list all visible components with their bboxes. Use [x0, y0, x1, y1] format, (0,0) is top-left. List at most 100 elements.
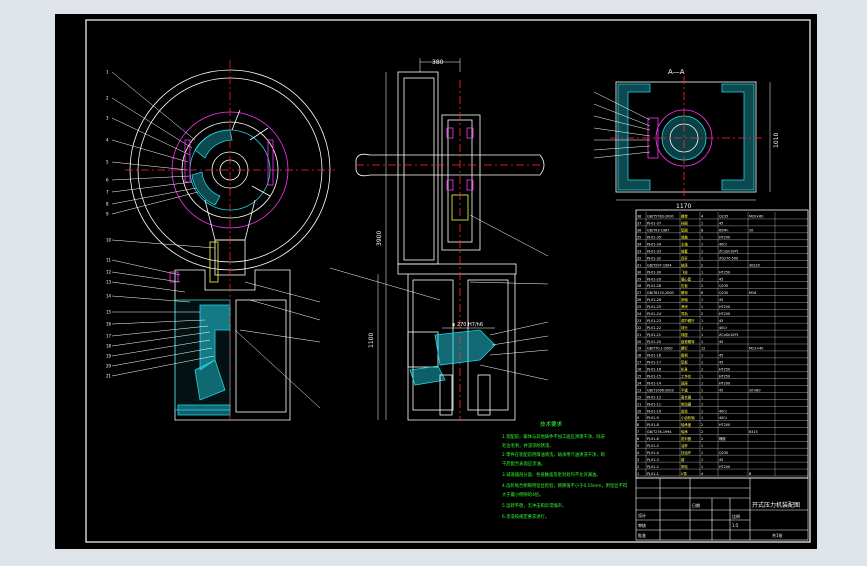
table-cell: PJ-01-2: [647, 465, 659, 469]
table-cell: 1: [701, 277, 703, 281]
sheet-count: 共1张: [772, 532, 783, 538]
table-cell: PJ-01-26: [647, 298, 661, 302]
table-cell: 20×80: [749, 388, 760, 392]
dim-380: 380: [432, 59, 444, 66]
table-cell: 12: [701, 347, 705, 351]
table-cell: 32: [637, 256, 641, 260]
table-cell: 1: [701, 236, 703, 240]
table-cell: 45: [719, 222, 723, 226]
table-cell: 38: [637, 215, 641, 219]
table-cell: 2: [701, 263, 703, 267]
table-cell: 2: [701, 437, 703, 441]
designer-label: 设计: [638, 512, 646, 518]
table-cell: 端盖: [681, 235, 688, 240]
table-cell: 2: [701, 423, 703, 427]
table-cell: 油杯: [681, 443, 688, 448]
table-cell: PJ-01-17: [647, 361, 661, 365]
note-line: 大于最小侧隙的4倍。: [502, 491, 543, 498]
table-cell: 机身: [681, 367, 688, 372]
table-cell: 压板: [681, 283, 688, 288]
table-cell: 螺钉: [681, 346, 688, 351]
table-cell: 模柄: [681, 353, 688, 358]
table-cell: 30: [637, 270, 641, 274]
table-cell: 15: [637, 375, 641, 379]
dim-1010: 1010: [773, 133, 780, 148]
checker-label: 审核: [638, 522, 646, 528]
table-cell: PJ-01-5: [647, 444, 659, 448]
table-cell: 主轴: [681, 242, 688, 247]
part-balloon: 19: [106, 354, 112, 359]
table-cell: PJ-01-16: [647, 368, 661, 372]
table-cell: 轴承: [681, 429, 688, 434]
table-cell: 40Cr: [719, 243, 728, 247]
table-cell: 1: [701, 354, 703, 358]
section-label: A—A: [668, 68, 685, 76]
scale-value: 1:5: [732, 523, 739, 528]
table-cell: 20: [749, 229, 753, 233]
table-cell: 5: [637, 444, 639, 448]
table-cell: Q235: [719, 291, 728, 295]
scale-label: 比例: [732, 513, 740, 519]
table-cell: 1: [701, 249, 703, 253]
table-cell: 40Cr: [719, 416, 728, 420]
table-cell: HT200: [719, 312, 730, 316]
table-cell: 小齿轮轴: [681, 415, 695, 420]
approve-label: 批准: [638, 532, 646, 538]
table-cell: PJ-01-21: [647, 333, 661, 337]
table-cell: PJ-01-24: [647, 312, 661, 316]
table-cell: V带: [681, 471, 687, 476]
dim-1170: 1170: [676, 203, 691, 210]
table-cell: PJ-01-37: [647, 222, 661, 226]
part-balloon: 18: [106, 344, 112, 349]
table-cell: 离合器: [681, 394, 692, 399]
part-balloon: 17: [106, 334, 112, 339]
table-cell: 1: [701, 333, 703, 337]
table-cell: 1: [701, 395, 703, 399]
table-cell: 1: [701, 319, 703, 323]
table-cell: 9: [637, 416, 639, 420]
table-cell: PJ-01-12: [647, 395, 661, 399]
table-cell: 1: [701, 416, 703, 420]
note-line: 3.减速器剖分面、各接触面及密封处均不允许漏油。: [502, 471, 601, 478]
table-cell: 10: [637, 409, 641, 413]
table-cell: 调节螺杆: [681, 318, 695, 323]
table-cell: PJ-01-18: [647, 354, 661, 358]
table-cell: 45: [719, 298, 723, 302]
drawing-name: 开式压力机装配图: [752, 501, 800, 509]
table-cell: 1: [701, 444, 703, 448]
notes-title: 技术要求: [540, 420, 563, 428]
table-cell: HT250: [719, 305, 730, 309]
table-cell: M20×60: [749, 215, 763, 219]
table-cell: 4: [701, 472, 703, 476]
table-cell: 密封圈: [681, 436, 692, 441]
table-cell: 2: [701, 312, 703, 316]
table-cell: PJ-01-22: [647, 326, 661, 330]
table-cell: HT250: [719, 368, 730, 372]
table-cell: 1: [701, 326, 703, 330]
table-cell: 1: [701, 402, 703, 406]
table-cell: PJ-01-10: [647, 409, 661, 413]
table-cell: 连杆: [681, 255, 688, 260]
table-cell: 2: [637, 465, 639, 469]
table-cell: 1: [701, 458, 703, 462]
table-cell: 6315: [749, 430, 758, 434]
table-cell: PJ-01-1: [647, 472, 659, 476]
table-cell: Q235: [719, 284, 728, 288]
table-cell: GB/T5783-2000: [647, 215, 674, 219]
part-balloon: 13: [106, 280, 112, 285]
table-cell: 4: [701, 215, 703, 219]
table-cell: 1: [701, 368, 703, 372]
table-cell: 底座: [681, 380, 688, 385]
table-cell: 1: [701, 243, 703, 247]
table-cell: PJ-01-33: [647, 249, 661, 253]
table-cell: 1: [701, 305, 703, 309]
table-cell: 11: [637, 402, 641, 406]
table-cell: 1: [701, 381, 703, 385]
table-cell: 45: [719, 340, 723, 344]
part-balloon: 12: [106, 270, 112, 275]
table-cell: PJ-01-28: [647, 284, 661, 288]
table-cell: 工作台: [681, 374, 692, 379]
part-balloon: 10: [106, 238, 112, 243]
part-balloon: 21: [106, 374, 112, 379]
note-line: 4.齿轮啮合侧隙用铅丝检验，侧隙值不小于0.16mm，用铅丝不得: [502, 482, 628, 489]
